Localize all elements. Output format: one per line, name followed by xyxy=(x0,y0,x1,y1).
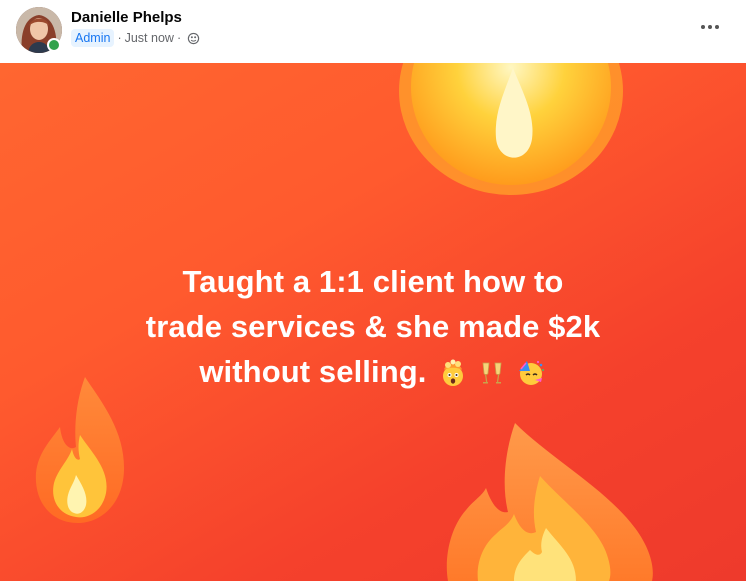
online-status-dot xyxy=(47,38,61,52)
caption-text: without selling. xyxy=(199,354,427,389)
exploding-head-emoji xyxy=(443,359,464,386)
meta-separator: · xyxy=(117,31,122,45)
more-options-button[interactable] xyxy=(690,10,730,44)
dot-icon xyxy=(715,25,719,29)
partying-face-emoji xyxy=(518,360,544,385)
caption-line: trade services & she made $2k xyxy=(145,309,601,344)
post-timestamp[interactable]: Just now xyxy=(125,31,174,45)
author-avatar[interactable] xyxy=(16,7,62,53)
post-caption: Taught a 1:1 client how to trade service… xyxy=(96,259,650,399)
flame-icon xyxy=(446,423,653,581)
post-header: Danielle Phelps Admin · Just now · xyxy=(0,0,746,63)
globe-icon[interactable] xyxy=(187,32,200,45)
post-meta: Admin · Just now · xyxy=(71,29,200,47)
clinking-glasses-emoji xyxy=(482,362,502,384)
post-image[interactable]: Taught a 1:1 client how to trade service… xyxy=(0,63,746,581)
meta-separator: · xyxy=(176,31,182,45)
admin-badge[interactable]: Admin xyxy=(71,29,115,47)
caption-line: Taught a 1:1 client how to xyxy=(182,264,564,299)
post-card: Danielle Phelps Admin · Just now · Taugh… xyxy=(0,0,746,581)
dot-icon xyxy=(708,25,712,29)
caption-line: without selling. xyxy=(96,349,650,399)
author-name[interactable]: Danielle Phelps xyxy=(71,9,182,26)
flame-icon xyxy=(399,63,623,195)
emoji-row xyxy=(439,354,546,399)
dot-icon xyxy=(701,25,705,29)
